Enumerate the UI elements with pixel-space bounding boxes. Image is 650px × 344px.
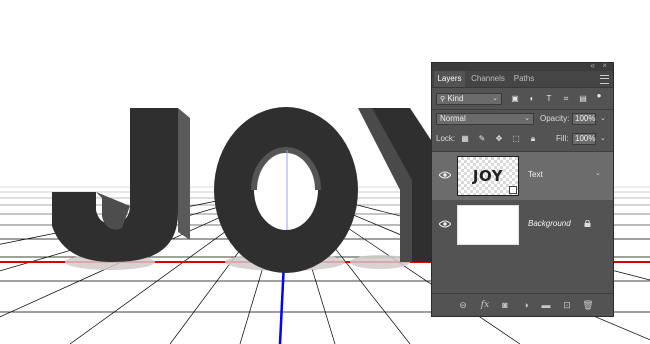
filter-toggle-icon[interactable]: ● (595, 91, 603, 101)
fill-label: Fill: (556, 134, 569, 143)
lock-icon (584, 220, 591, 227)
blend-mode-value: Normal (440, 114, 466, 123)
blend-row: Normal ⌄ Opacity: 100% ⌄ (432, 113, 613, 127)
smart-object-filter-icon[interactable]: ▤ (578, 94, 588, 104)
folder-icon[interactable]: ▬ (540, 299, 552, 311)
layer-thumbnail[interactable] (457, 205, 519, 245)
layer-row-text[interactable]: JOY Text ⌄ (432, 152, 613, 200)
shape-filter-icon[interactable]: ⌗ (561, 94, 571, 104)
opacity-label: Opacity: (540, 114, 570, 123)
panel-tabs: Layers Channels Paths (432, 71, 613, 88)
smart-object-icon (509, 186, 517, 194)
chevron-down-icon[interactable]: ⌄ (595, 168, 601, 180)
eye-icon[interactable] (439, 220, 451, 228)
opacity-input[interactable]: 100% (572, 113, 596, 125)
mask-icon[interactable]: ◙ (499, 299, 511, 311)
kind-filter-select[interactable]: ⚲ Kind ⌄ (436, 93, 502, 105)
fx-icon[interactable]: fx (479, 299, 491, 311)
lock-position-icon[interactable]: ✥ (494, 134, 504, 144)
layers-panel: « × Layers Channels Paths ⚲ Kind ⌄ ▣ ◐ T… (431, 61, 614, 317)
eye-icon[interactable] (439, 171, 451, 179)
chevron-down-icon[interactable]: ⌄ (600, 133, 606, 145)
adjustment-filter-icon[interactable]: ◐ (527, 94, 537, 104)
lock-all-icon[interactable]: 🔒︎ (528, 134, 538, 144)
pixel-filter-icon[interactable]: ▣ (510, 94, 520, 104)
link-icon[interactable]: ⊖ (457, 299, 469, 311)
layer-row-background[interactable]: Background (432, 201, 613, 249)
tab-layers[interactable]: Layers (434, 71, 465, 87)
lock-artboard-icon[interactable]: ⬚ (511, 134, 521, 144)
close-icon[interactable]: × (602, 61, 607, 70)
lock-transparent-icon[interactable]: ▦ (460, 134, 470, 144)
blend-mode-select[interactable]: Normal ⌄ (436, 113, 534, 125)
chevron-down-icon[interactable]: ⌄ (600, 113, 606, 125)
panel-title-bar[interactable]: « × (432, 61, 613, 71)
thumbnail-text: JOY (472, 167, 504, 185)
chevron-down-icon: ⌄ (492, 95, 498, 102)
adjustment-icon[interactable]: ◑ (520, 299, 532, 311)
letter-o (214, 107, 358, 273)
new-layer-icon[interactable]: ⊡ (561, 299, 573, 311)
layer-name[interactable]: Text (528, 170, 543, 179)
layer-name[interactable]: Background (528, 219, 571, 228)
type-filter-icon[interactable]: T (544, 94, 554, 104)
collapse-icon[interactable]: « (591, 61, 595, 70)
filter-row: ⚲ Kind ⌄ ▣ ◐ T ⌗ ▤ ● (432, 91, 613, 107)
trash-icon[interactable]: 🗑︎ (582, 299, 594, 311)
panel-footer: ⊖ fx ◙ ◑ ▬ ⊡ 🗑︎ (432, 293, 613, 316)
chevron-down-icon: ⌄ (524, 115, 530, 122)
lock-row: Lock: ▦ ✎ ✥ ⬚ 🔒︎ Fill: 100% ⌄ (432, 133, 613, 147)
tab-channels[interactable]: Channels (467, 71, 509, 87)
kind-filter-label: Kind (447, 94, 464, 103)
fill-input[interactable]: 100% (572, 133, 596, 145)
layer-thumbnail[interactable]: JOY (457, 156, 519, 196)
lock-paint-icon[interactable]: ✎ (477, 134, 487, 144)
lock-label: Lock: (436, 134, 456, 143)
panel-menu-icon[interactable] (600, 75, 609, 84)
tab-paths[interactable]: Paths (510, 71, 538, 87)
search-icon: ⚲ (440, 96, 446, 103)
